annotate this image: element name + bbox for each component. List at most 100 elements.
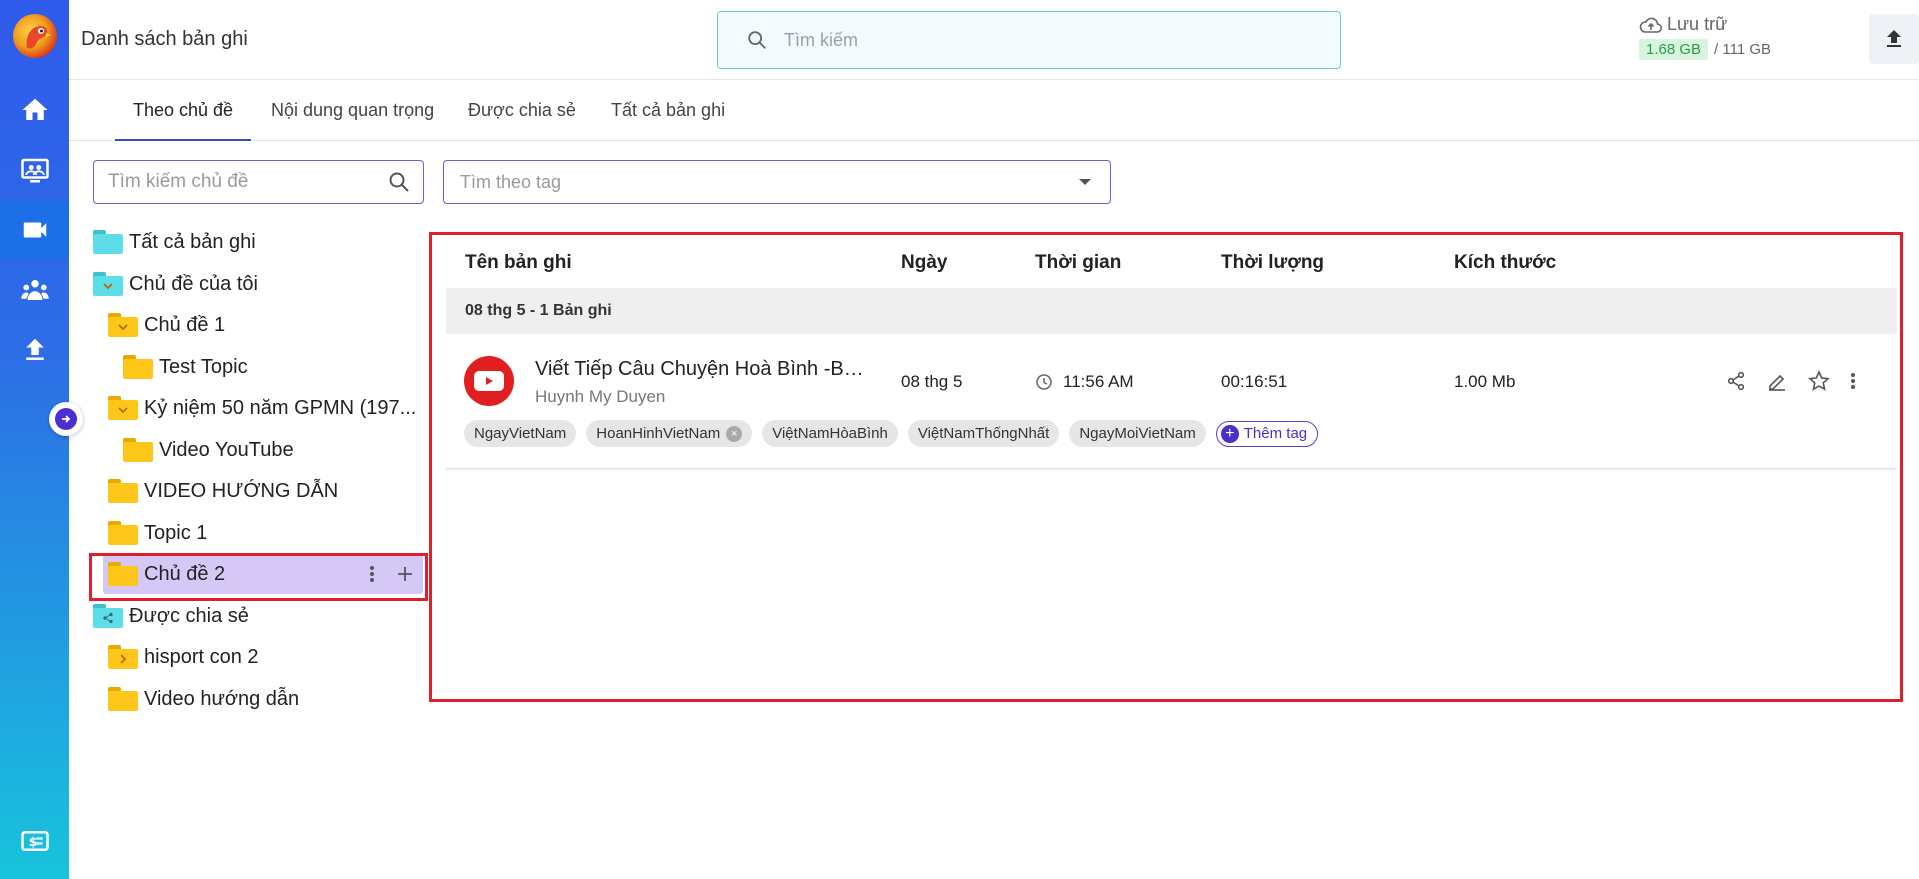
record-time: 11:56 AM (1063, 372, 1134, 391)
tab-shared[interactable]: Được chia sẻ (468, 100, 576, 139)
tag-chip[interactable]: NgayMoiVietNam (1069, 420, 1206, 447)
tree-item-label: Tất cả bản ghi (129, 230, 256, 253)
tree-item-label: Video hướng dẫn (144, 687, 300, 710)
row-actions (1726, 370, 1856, 392)
tag-chip[interactable]: ViệtNamHòaBình (762, 420, 898, 447)
tree-item-label: Chủ đề của tôi (129, 272, 258, 295)
tag-label: NgayMoiVietNam (1079, 425, 1196, 442)
tree-item-label: Chủ đề 1 (144, 313, 226, 336)
plus-circle-icon: + (1220, 424, 1239, 443)
nav-meetings[interactable] (0, 141, 69, 199)
column-header-duration[interactable]: Thời lượng (1221, 252, 1324, 274)
upload-icon (25, 338, 44, 360)
tree-item-topic-1[interactable]: Chủ đề 1 (108, 305, 225, 345)
tree-item-label: Kỷ niệm 50 năm GPMN (197... (144, 396, 417, 419)
record-duration: 00:16:51 (1221, 372, 1288, 391)
record-title[interactable]: Viết Tiếp Câu Chuyện Hoà Bình -Bà... (535, 358, 865, 381)
search-icon[interactable] (387, 170, 411, 194)
tab-bar: Theo chủ đề Nội dung quan trọng Được chi… (69, 80, 1919, 141)
chevron-down-icon (103, 283, 113, 290)
tree-item-video-youtube[interactable]: Video YouTube (123, 430, 294, 470)
folder-icon (108, 521, 138, 545)
nav-billing[interactable]: $ (0, 812, 69, 870)
tag-chip[interactable]: NgayVietNam (464, 420, 577, 447)
topic-search[interactable] (93, 160, 424, 204)
tag-label: HoanHinhVietNam (596, 425, 721, 442)
tab-by-topic[interactable]: Theo chủ đề (115, 100, 252, 141)
record-date: 08 thg 5 (901, 372, 963, 391)
arrow-right-icon (55, 408, 77, 430)
tag-label: NgayVietNam (474, 425, 567, 442)
expand-sidebar-button[interactable] (49, 402, 83, 436)
upload-button[interactable] (1869, 14, 1919, 64)
table-row[interactable]: Viết Tiếp Câu Chuyện Hoà Bình -Bà... Huy… (446, 334, 1897, 469)
tree-item-my-topics[interactable]: Chủ đề của tôi (93, 264, 258, 304)
nav-home[interactable] (0, 81, 69, 139)
tree-item-video-guide-upper[interactable]: VIDEO HƯỚNG DẪN (108, 471, 338, 511)
recordings-icon (23, 222, 46, 238)
folder-icon (108, 479, 138, 503)
youtube-icon (464, 356, 514, 406)
selected-topic-highlight (89, 553, 428, 601)
column-header-time[interactable]: Thời gian (1035, 252, 1121, 274)
tree-item-hisport-con-2[interactable]: hisport con 2 (108, 637, 259, 677)
tag-chip[interactable]: ViệtNamThốngNhất (907, 420, 1060, 447)
tree-item-50-years[interactable]: Kỷ niệm 50 năm GPMN (197... (108, 388, 416, 428)
tree-item-label: VIDEO HƯỚNG DẪN (144, 479, 339, 502)
tag-search-placeholder: Tìm theo tag (460, 171, 562, 192)
left-navigation-rail: $ (0, 0, 83, 879)
shared-folder-icon (93, 604, 123, 628)
tree-item-test-topic[interactable]: Test Topic (123, 347, 248, 387)
tree-item-all-records[interactable]: Tất cả bản ghi (93, 222, 256, 262)
groups-icon (20, 280, 49, 300)
tree-item-shared[interactable]: Được chia sẻ (93, 596, 249, 636)
billing-icon: $ (20, 831, 49, 851)
date-group-header: 08 thg 5 - 1 Bản ghi (446, 288, 1897, 334)
clock-icon (1036, 374, 1052, 390)
meetings-icon (20, 158, 49, 183)
tree-item-label: Được chia sẻ (129, 604, 249, 627)
share-icon[interactable] (1726, 371, 1746, 391)
caret-down-icon (1079, 179, 1091, 185)
tag-label: ViệtNamHòaBình (772, 425, 888, 442)
global-search-input[interactable] (784, 29, 1284, 51)
remove-tag-icon[interactable]: × (726, 425, 743, 442)
tag-chip[interactable]: HoanHinhVietNam × (586, 420, 753, 447)
column-header-date[interactable]: Ngày (901, 252, 947, 274)
tag-search-select[interactable]: Tìm theo tag (443, 160, 1111, 204)
tab-important-content[interactable]: Nội dung quan trọng (271, 100, 434, 139)
tree-item-label: hisport con 2 (144, 645, 259, 668)
column-header-size[interactable]: Kích thước (1454, 252, 1556, 274)
nav-recordings[interactable] (0, 201, 69, 259)
record-size: 1.00 Mb (1454, 372, 1516, 391)
cloud-upload-icon (1639, 17, 1663, 33)
folder-open-icon (93, 272, 123, 296)
storage-indicator: Lưu trữ 1.68 GB / 111 GB (1639, 14, 1771, 60)
tree-item-label: Topic 1 (144, 521, 208, 544)
more-vertical-icon[interactable] (1850, 372, 1856, 390)
edit-icon[interactable] (1766, 370, 1788, 392)
tag-label: ViệtNamThốngNhất (917, 425, 1050, 442)
add-tag-label: Thêm tag (1243, 425, 1308, 442)
tree-item-video-guide[interactable]: Video hướng dẫn (108, 679, 299, 719)
column-header-name[interactable]: Tên bản ghi (465, 252, 572, 274)
nav-groups[interactable] (0, 261, 69, 319)
folder-icon (93, 230, 123, 254)
tree-item-label: Video YouTube (159, 438, 294, 461)
svg-text:$: $ (28, 834, 37, 849)
tag-list: NgayVietNam HoanHinhVietNam × ViệtNamHòaB… (464, 420, 1319, 447)
topic-search-input[interactable] (108, 171, 387, 193)
folder-icon (123, 355, 153, 379)
upload-icon (1887, 30, 1901, 47)
tab-all-records[interactable]: Tất cả bản ghi (611, 100, 725, 139)
global-search[interactable] (717, 11, 1341, 69)
folder-icon (108, 645, 138, 669)
app-logo[interactable] (13, 14, 57, 58)
add-tag-button[interactable]: + Thêm tag (1215, 420, 1319, 447)
nav-upload[interactable] (0, 321, 69, 379)
tree-item-topic-1-en[interactable]: Topic 1 (108, 513, 207, 553)
chevron-right-icon (120, 654, 127, 664)
star-icon[interactable] (1808, 370, 1830, 392)
home-icon (22, 98, 47, 120)
search-icon (748, 31, 766, 49)
